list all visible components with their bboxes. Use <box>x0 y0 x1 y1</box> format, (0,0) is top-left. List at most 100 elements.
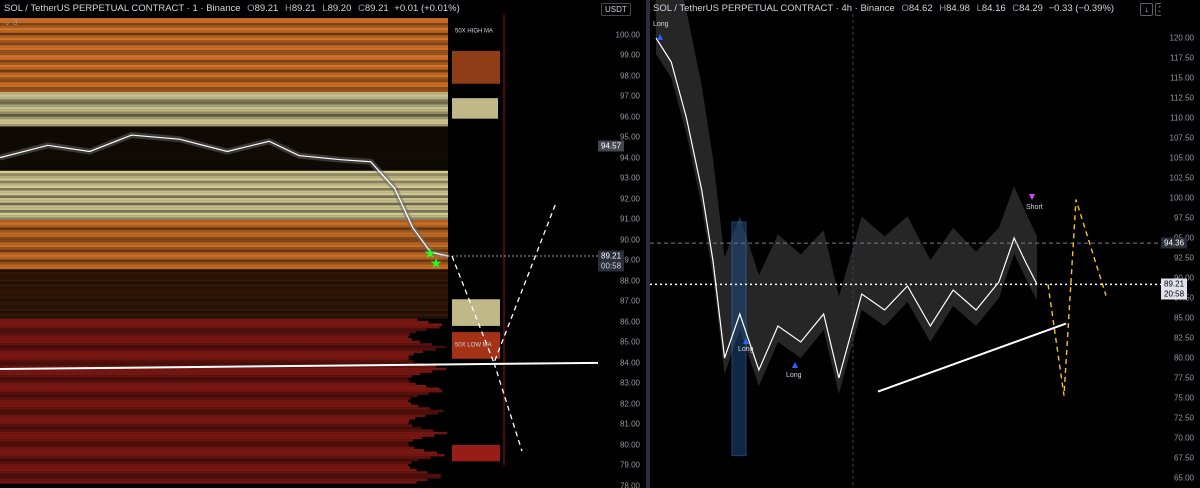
heatmap-band <box>0 131 448 134</box>
high-value: 84.98 <box>946 3 970 14</box>
heatmap-band <box>0 261 448 265</box>
heatmap-band <box>0 94 448 97</box>
heatmap-band <box>0 32 448 36</box>
heatmap-band <box>0 446 415 450</box>
price-tick-label: 83.00 <box>619 378 640 388</box>
heatmap-band <box>0 197 448 201</box>
price-tick-label: 102.50 <box>1169 173 1194 183</box>
heatmap-band <box>0 106 448 110</box>
price-tick-label: 67.50 <box>1173 453 1194 463</box>
heatmap-band <box>0 40 448 43</box>
chart-pane-1m[interactable]: ★ ★ 50X HIGH MA 50X LOW MA SOL / TetherUS P… <box>0 0 646 488</box>
heatmap-band <box>0 372 421 376</box>
price-tick-label: 85.00 <box>1173 313 1194 323</box>
price-tick-label: 75.00 <box>1173 393 1194 403</box>
heatmap-band <box>0 232 448 235</box>
heatmap-band <box>0 69 448 73</box>
heatmap-band <box>0 136 448 139</box>
heatmap-band <box>0 109 448 112</box>
heatmap-band <box>0 249 448 253</box>
heatmap-band <box>0 456 431 459</box>
heatmap-band <box>0 412 439 415</box>
symbol-title: SOL / TetherUS PERPETUAL CONTRACT · 1 · … <box>4 3 241 14</box>
price-tick-label: 92.00 <box>619 194 640 204</box>
price-tick-label: 86.00 <box>619 317 640 327</box>
heatmap-band <box>0 222 448 225</box>
heatmap-band <box>0 281 448 285</box>
volume-profile-bar <box>452 98 498 119</box>
short-label: Short <box>1026 204 1043 211</box>
price-chart-4h[interactable]: Long Long Long Short <box>650 0 1200 488</box>
chart-pane-4h[interactable]: Long Long Long Short SOL / TetherUS PERPETU… <box>650 0 1200 488</box>
heatmap-band <box>0 276 448 280</box>
download-icon[interactable]: ↓ <box>1140 3 1153 16</box>
price-tick-label: 80.00 <box>1173 353 1194 363</box>
heatmap-band <box>0 311 448 314</box>
projection-path <box>1047 199 1107 396</box>
heatmap-band <box>0 82 448 85</box>
price-tick-label: 81.00 <box>619 419 640 429</box>
low-ma-label: 50X LOW MA <box>455 342 492 348</box>
heatmap-band <box>0 229 448 233</box>
ma-cloud <box>656 0 1037 394</box>
heatmap-band <box>0 35 448 38</box>
indicators-toggle[interactable]: ⌄ 3 <box>4 18 17 27</box>
heatmap-band <box>0 323 443 326</box>
heatmap-band <box>0 461 412 464</box>
heatmap-band <box>0 247 448 250</box>
price-tick-label: 84.00 <box>619 358 640 368</box>
close-value: 84.29 <box>1019 3 1043 14</box>
heatmap-band <box>0 271 448 275</box>
heatmap-band <box>0 345 446 349</box>
price-axis-4h[interactable]: 65.00 67.50 70.00 72.50 75.00 77.50 80.00 82.50… <box>1161 0 1200 488</box>
heatmap-band <box>0 239 448 243</box>
heatmap-band <box>0 355 409 358</box>
heatmap-band <box>0 293 448 297</box>
heatmap-band <box>0 220 448 223</box>
heatmap-band <box>0 23 448 26</box>
heatmap-band <box>0 252 448 255</box>
heatmap-band <box>0 449 425 452</box>
heatmap-band <box>0 25 448 28</box>
heatmap-band <box>0 217 448 221</box>
heatmap-band <box>0 163 448 166</box>
heatmap-band <box>0 343 433 346</box>
price-axis-1m[interactable]: USDT 78.00 79.00 80.00 81.00 82.00 83.00 84.00… <box>598 0 646 488</box>
heatmap-band <box>0 259 448 262</box>
currency-button[interactable]: USDT <box>601 3 631 16</box>
alert-price-tag: 94.36 <box>1161 237 1188 249</box>
heatmap-band <box>0 227 448 230</box>
chart-legend-1m: SOL / TetherUS PERPETUAL CONTRACT · 1 · … <box>4 3 460 14</box>
price-tick-label: 100.00 <box>1169 193 1194 203</box>
heatmap-band <box>0 279 448 282</box>
heatmap-band <box>0 50 448 53</box>
heatmap-band <box>0 370 433 373</box>
volume-profile-bar <box>452 299 500 326</box>
long-label: Long <box>738 346 754 353</box>
heatmap-band <box>0 156 448 159</box>
heatmap-band <box>0 202 448 206</box>
price-tick-label: 72.50 <box>1173 413 1194 423</box>
heatmap-band <box>0 453 445 457</box>
heatmap-band <box>0 338 412 341</box>
heatmap-band <box>0 357 409 361</box>
heatmap-band <box>0 458 420 462</box>
heatmap-band <box>0 429 434 432</box>
heatmap-band <box>0 360 414 363</box>
heatmap-band <box>0 476 441 479</box>
heatmap-band <box>0 207 448 211</box>
price-tick-label: 97.00 <box>619 91 640 101</box>
heatmap-band <box>0 321 429 324</box>
open-value: 89.21 <box>254 3 279 14</box>
long-label: Long <box>786 372 802 379</box>
price-tick-label: 117.50 <box>1170 53 1194 63</box>
heatmap-band <box>0 254 448 257</box>
heatmap-band <box>0 237 448 240</box>
heatmap-band <box>0 192 448 196</box>
price-tick-label: 110.00 <box>1170 113 1194 123</box>
heatmap-chart[interactable]: ★★50X HIGH MA50X LOW MA <box>0 0 646 488</box>
heatmap-band <box>0 99 448 102</box>
heatmap-band <box>0 387 440 390</box>
heatmap-band <box>0 389 443 393</box>
heatmap-band <box>0 200 448 203</box>
